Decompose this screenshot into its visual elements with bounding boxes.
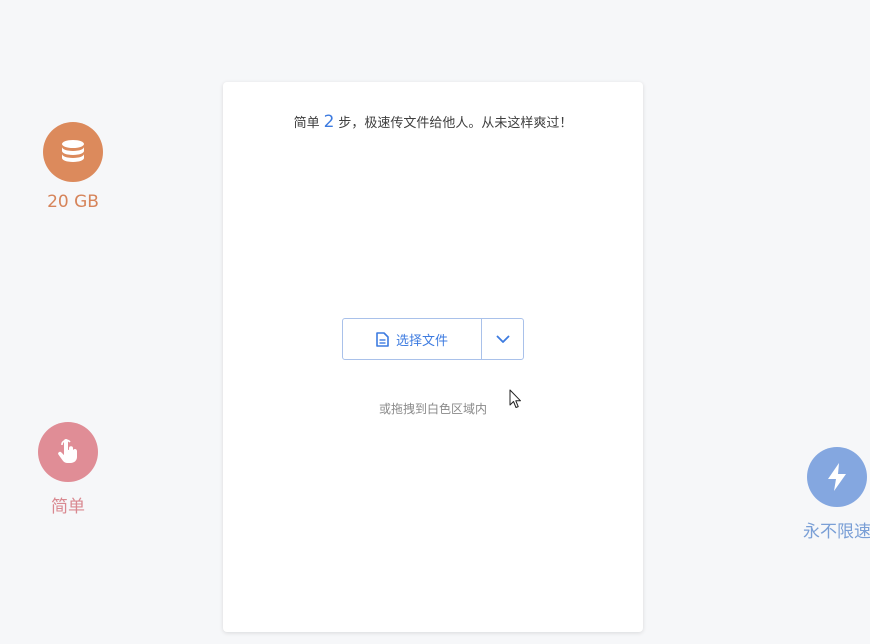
chevron-down-icon [496,335,509,343]
feature-simple-label: 简单 [51,497,85,517]
speed-circle [807,447,867,507]
headline-pre: 简单 [293,116,320,131]
select-file-label: 选择文件 [395,333,448,349]
lightning-bolt-icon [828,463,846,491]
headline-step-count: 2 [323,112,335,132]
feature-speed-label: 永不限速 [803,522,870,542]
headline-post: 步，极速传文件给他人。从未这样爽过！ [338,116,573,131]
upload-button-group: 选择文件 [342,318,524,360]
storage-circle [43,122,103,182]
page: 20 GB 简单 永不限速 简单 2 步，极速传文件给他人。从未这样爽过！ 选择… [0,0,870,644]
feature-simple: 简单 [31,422,105,517]
mouse-cursor-icon [509,389,521,408]
file-icon [376,331,389,347]
database-icon [62,140,84,162]
hand-pointer-icon [58,439,77,463]
select-file-button[interactable]: 选择文件 [343,319,481,359]
simple-circle [38,422,98,482]
upload-card[interactable]: 简单 2 步，极速传文件给他人。从未这样爽过！ 选择文件 或拖拽到白色区域内 [223,82,643,632]
upload-dropdown-button[interactable] [481,319,523,359]
drop-hint: 或拖拽到白色区域内 [378,402,487,416]
headline: 简单 2 步，极速传文件给他人。从未这样爽过！ [223,112,643,132]
feature-speed: 永不限速 [800,447,870,542]
feature-storage-label: 20 GB [47,192,99,212]
feature-storage: 20 GB [36,122,110,212]
